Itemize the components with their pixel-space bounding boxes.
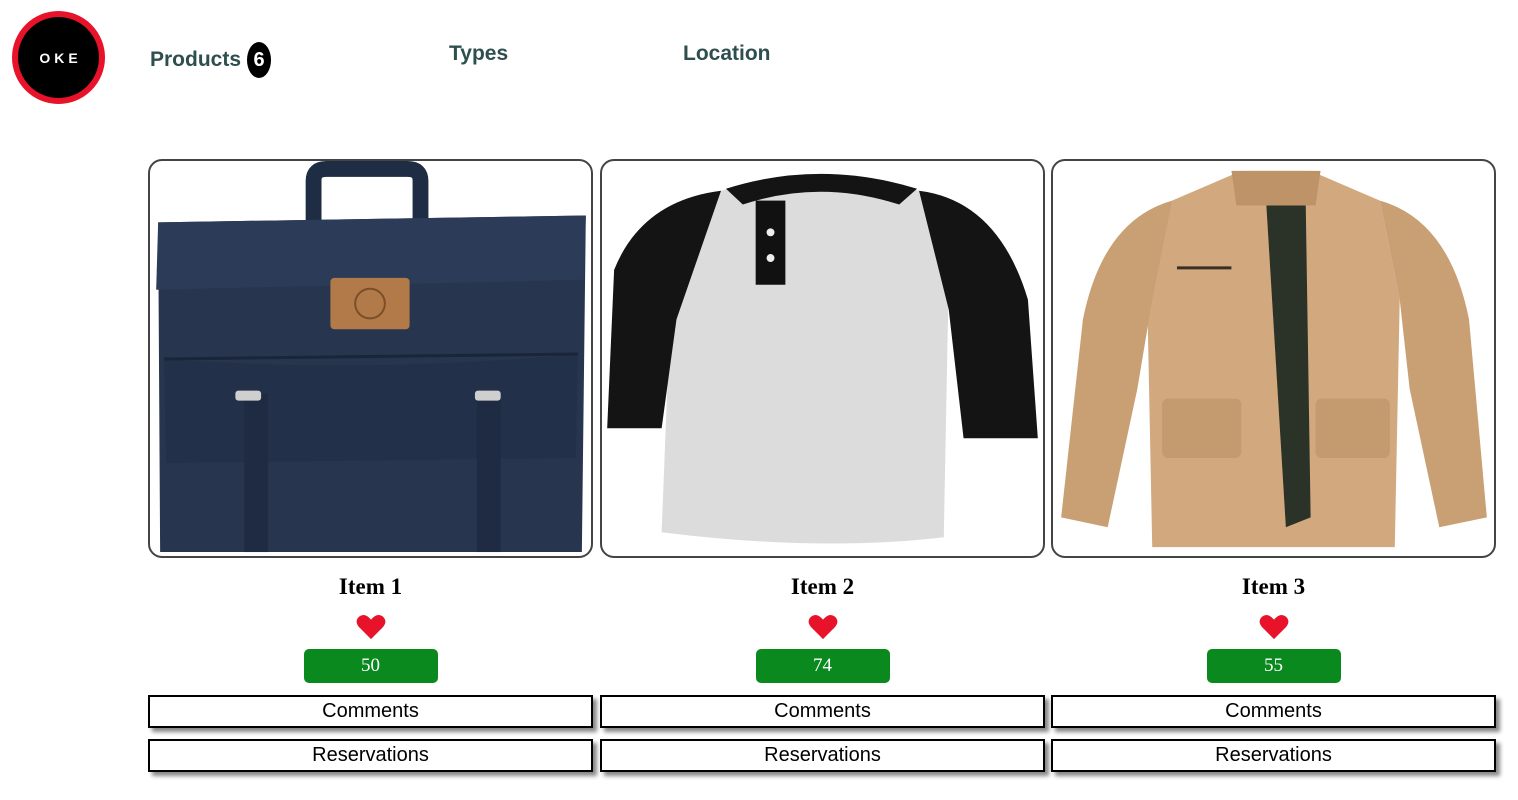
nav-products-label: Products — [150, 48, 242, 71]
comments-button[interactable]: Comments — [148, 695, 593, 728]
nav-types-link[interactable]: Types — [449, 42, 508, 66]
product-card: Item 3 55 Comments Reservations — [1051, 159, 1496, 772]
item-title: Item 2 — [790, 574, 855, 599]
raglan-henley-shirt-image — [600, 159, 1045, 558]
site-logo[interactable]: OKE — [12, 11, 105, 104]
product-card: Item 1 50 Comments Reservations — [148, 159, 593, 772]
khaki-jacket-image — [1051, 159, 1496, 558]
nav-products-link[interactable]: Products 6 — [150, 42, 272, 78]
reservations-button[interactable]: Reservations — [1051, 739, 1496, 772]
nav-types-label: Types — [449, 42, 509, 65]
likes-count: 50 — [303, 649, 438, 683]
likes-count: 74 — [755, 649, 890, 683]
navy-backpack-image — [148, 159, 593, 558]
item-title: Item 1 — [338, 574, 403, 599]
heart-icon[interactable] — [808, 614, 838, 640]
comments-button[interactable]: Comments — [1051, 695, 1496, 728]
nav-location-link[interactable]: Location — [683, 42, 771, 66]
reservations-button[interactable]: Reservations — [148, 739, 593, 772]
likes-count: 55 — [1206, 649, 1341, 683]
product-card: Item 2 74 Comments Reservations — [600, 159, 1045, 772]
comments-button[interactable]: Comments — [600, 695, 1045, 728]
products-count-badge: 6 — [247, 42, 272, 78]
heart-icon[interactable] — [356, 614, 386, 640]
reservations-button[interactable]: Reservations — [600, 739, 1045, 772]
item-title: Item 3 — [1241, 574, 1306, 599]
nav-location-label: Location — [683, 42, 771, 65]
heart-icon[interactable] — [1259, 614, 1289, 640]
